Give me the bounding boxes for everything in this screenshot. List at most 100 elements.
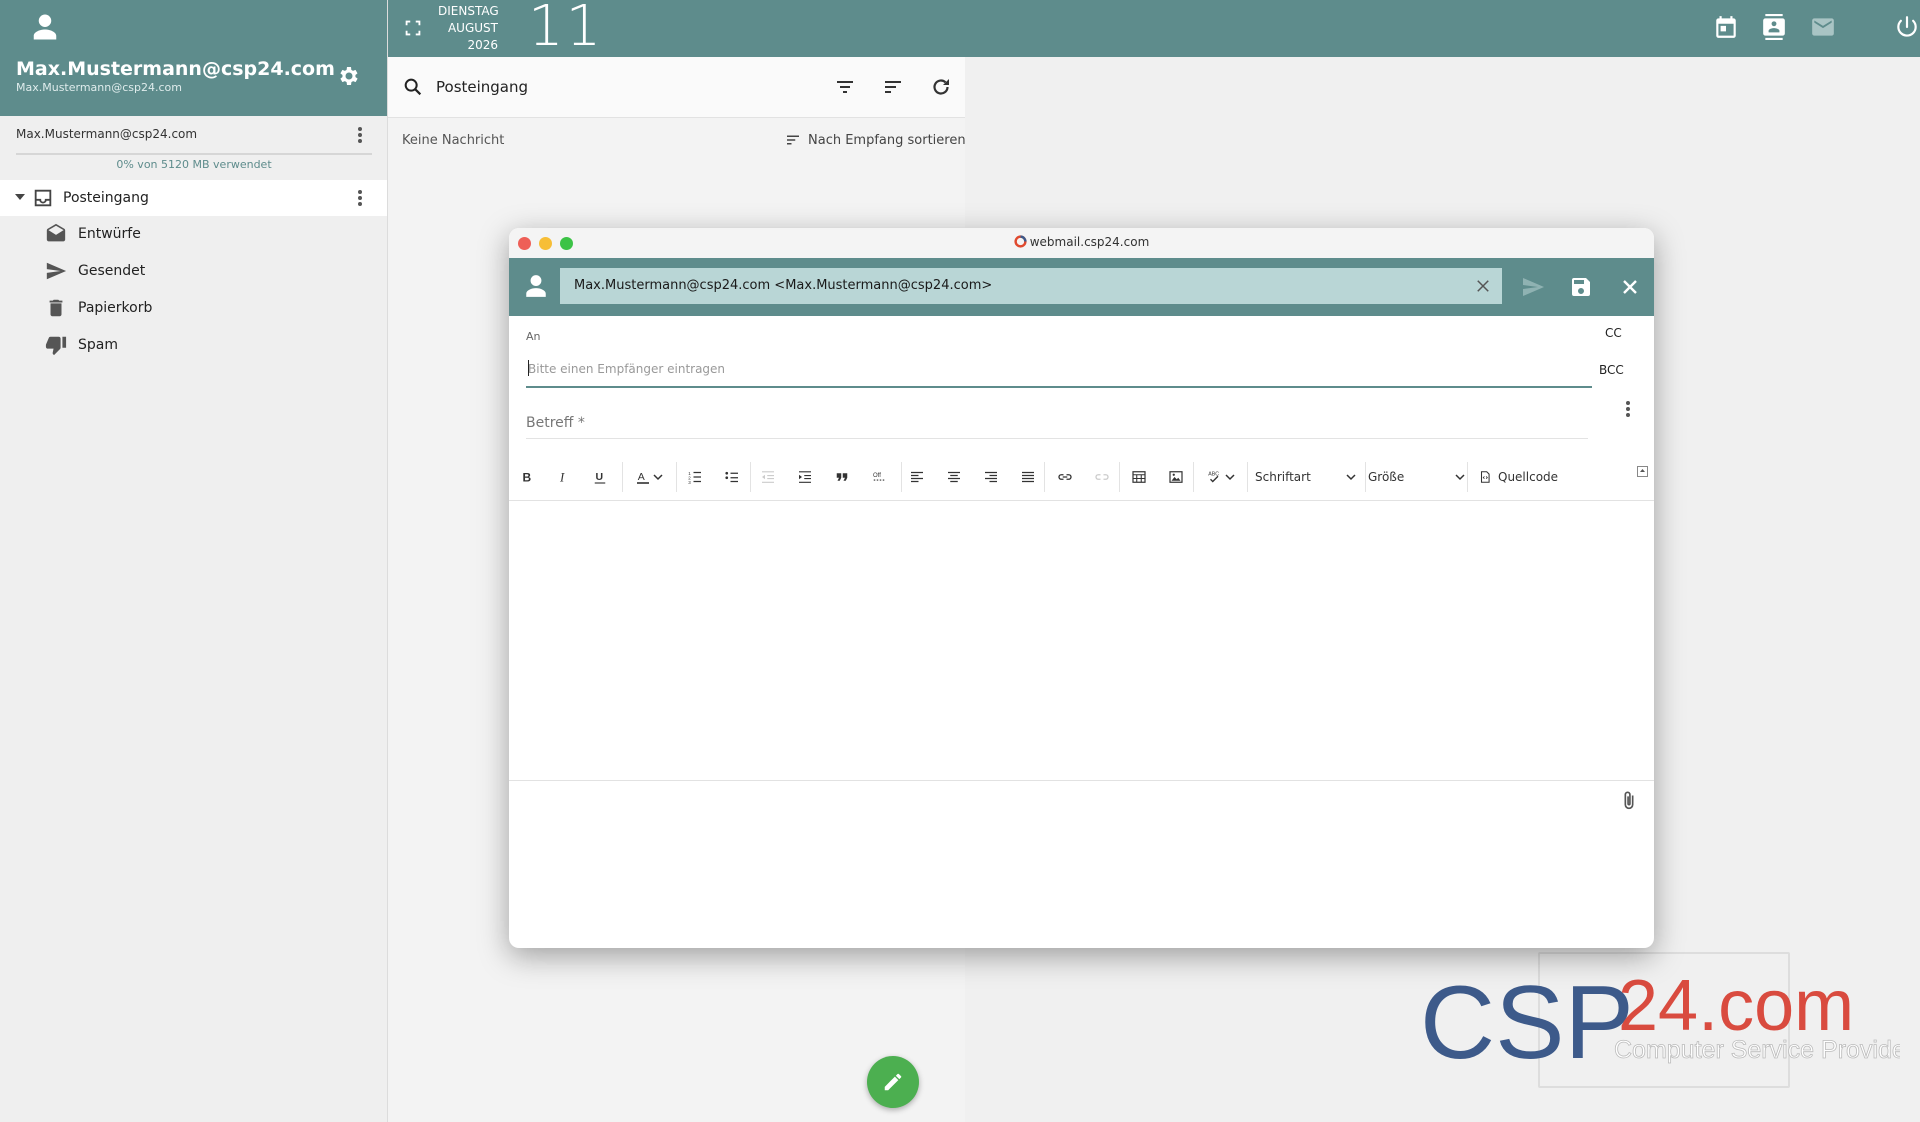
toolbar-separator [1193,462,1194,492]
contacts-icon[interactable] [1761,14,1787,40]
date-block: DIENSTAG AUGUST 2026 [438,3,499,54]
align-left-button[interactable] [905,464,929,490]
outdent-button[interactable] [756,464,780,490]
toolbar-separator [901,462,902,492]
source-code-icon [1480,471,1490,483]
spellcheck-button[interactable]: ABC [1198,464,1244,490]
cc-button[interactable]: CC [1605,326,1622,340]
save-icon[interactable] [1569,275,1593,299]
search-bar[interactable]: Posteingang [388,57,965,118]
numbered-list-button[interactable]: 123 [683,464,707,490]
source-code-button[interactable]: Quellcode [1478,464,1558,490]
folder-spam[interactable]: Spam [0,327,387,363]
chevron-down-icon[interactable] [12,189,28,205]
toolbar-separator [676,462,677,492]
svg-text:B: B [523,471,532,485]
align-justify-icon [1022,471,1034,483]
align-right-button[interactable] [979,464,1003,490]
refresh-icon[interactable] [929,75,953,99]
link-icon [1058,474,1072,480]
csp24-logo: CSP 24.com Computer Service Provider [1420,965,1900,1081]
more-vert-icon[interactable] [352,187,368,209]
blockquote-button[interactable] [830,464,854,490]
date-day-number: 11 [528,0,604,59]
italic-button[interactable]: I [551,464,575,490]
from-field[interactable]: Max.Mustermann@csp24.com <Max.Mustermann… [560,268,1502,304]
folder-label: Papierkorb [78,300,153,316]
sort-label: Nach Empfang sortieren [808,132,966,148]
indent-button[interactable] [793,464,817,490]
toolbar-separator [622,462,623,492]
italic-icon: I [559,471,565,485]
align-center-button[interactable] [942,464,966,490]
align-justify-button[interactable] [1016,464,1040,490]
quota-bar [16,153,372,155]
underline-button[interactable]: U [588,464,612,490]
spellcheck-icon: ABC [1208,472,1219,483]
sort-by-received-button[interactable]: Nach Empfang sortieren [784,131,966,149]
subject-input[interactable] [526,408,1588,439]
logo-tagline: Computer Service Provider [1614,1036,1900,1064]
filter-icon[interactable] [833,75,857,99]
unlink-button[interactable] [1090,464,1114,490]
close-icon[interactable] [1618,275,1642,299]
folder-sent[interactable]: Gesendet [0,253,387,289]
folder-inbox[interactable]: Posteingang [0,180,387,216]
clear-icon[interactable] [1474,277,1492,295]
font-size-select-label: Größe [1368,470,1405,484]
to-input[interactable] [526,352,1592,388]
bold-icon: B [523,471,532,485]
folder-label: Entwürfe [78,226,141,242]
power-icon[interactable] [1894,14,1920,40]
font-family-select-label: Schriftart [1255,470,1311,484]
clear-format-icon: Off [873,473,885,481]
thumbs-down-icon [45,336,67,356]
link-button[interactable] [1053,464,1077,490]
from-address: Max.Mustermann@csp24.com <Max.Mustermann… [574,278,993,293]
clear-format-button[interactable]: Off [867,464,891,490]
svg-text:U: U [596,471,604,483]
window-title: webmail.csp24.com [509,235,1654,249]
bullet-list-button[interactable] [720,464,744,490]
user-avatar-icon[interactable] [30,12,60,42]
sort-icon[interactable] [881,75,905,99]
logo-domain: 24.com [1618,966,1854,1046]
user-avatar-icon [526,275,546,297]
send-icon[interactable] [1521,275,1545,299]
more-vert-icon[interactable] [352,124,368,146]
image-icon [1169,471,1183,483]
account-header: Max.Mustermann@csp24.com Max.Mustermann@… [0,0,387,116]
chevron-down-icon [1225,474,1235,481]
folder-trash[interactable]: Papierkorb [0,290,387,326]
image-button[interactable] [1164,464,1188,490]
folder-drafts[interactable]: Entwürfe [0,216,387,252]
table-button[interactable] [1127,464,1151,490]
compose-header: Max.Mustermann@csp24.com <Max.Mustermann… [509,258,1654,316]
search-folder-label: Posteingang [436,78,529,96]
mail-icon[interactable] [1810,14,1836,40]
sort-icon [787,135,799,145]
bold-button[interactable]: B [515,464,539,490]
fullscreen-icon[interactable] [402,17,424,39]
search-icon[interactable] [402,76,424,98]
message-body-editor[interactable] [509,500,1654,781]
date-year: 2026 [467,38,498,52]
more-vert-icon[interactable] [1620,398,1636,420]
quota-text: 0% von 5120 MB verwendet [116,158,272,171]
compose-fab-button[interactable] [867,1056,919,1108]
toolbar-separator [750,462,751,492]
align-center-icon [948,471,960,483]
bcc-button[interactable]: BCC [1599,363,1624,377]
account-row-email[interactable]: Max.Mustermann@csp24.com [16,127,197,141]
empty-list-text: Keine Nachricht [402,133,505,148]
to-label: An [526,330,541,343]
expand-toolbar-icon[interactable] [1637,466,1648,477]
font-family-select[interactable]: Schriftart [1255,464,1357,490]
font-size-select[interactable]: Größe [1368,464,1466,490]
attachment-icon[interactable] [1618,788,1640,814]
text-color-button[interactable]: A [626,464,672,490]
align-left-icon [911,471,923,483]
calendar-icon[interactable] [1713,14,1739,40]
gear-icon[interactable] [336,64,360,88]
window-titlebar: webmail.csp24.com [509,228,1654,259]
